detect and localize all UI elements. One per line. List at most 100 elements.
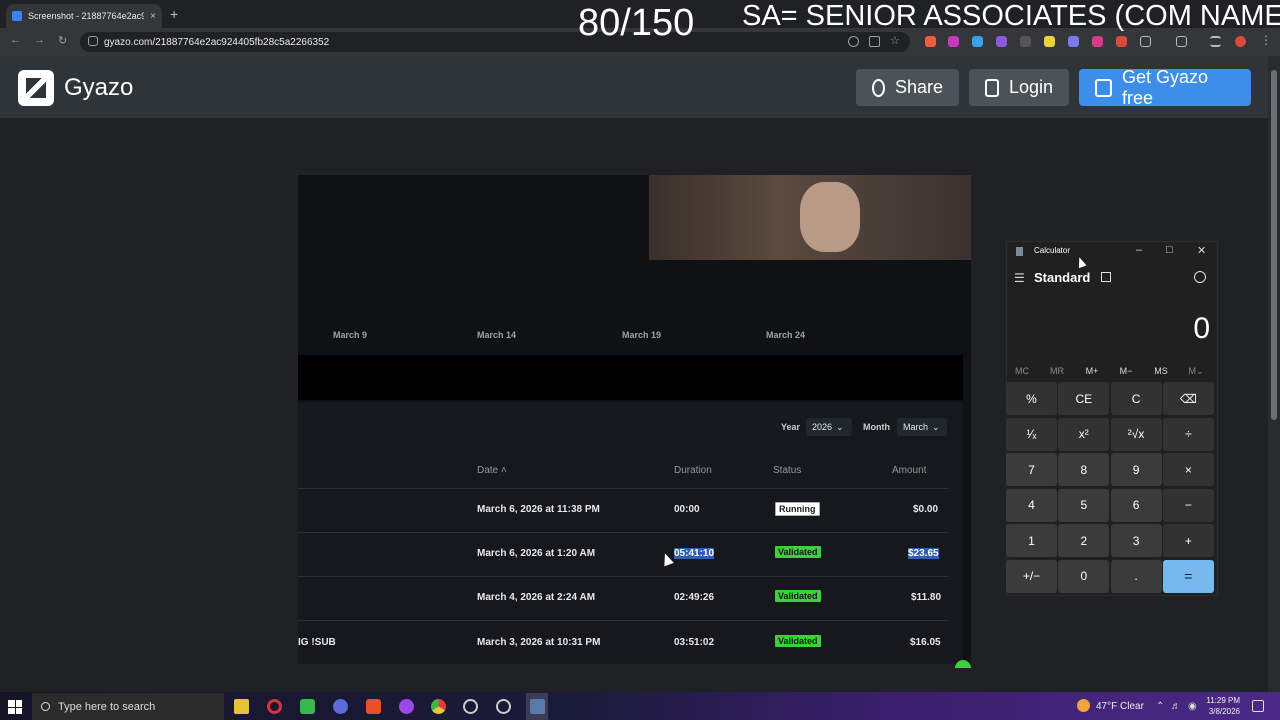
- negate-button[interactable]: +/−: [1006, 559, 1057, 593]
- progress-counter: 80/150: [578, 2, 695, 44]
- taskbar-search-input[interactable]: Type here to search: [32, 693, 224, 720]
- extension-icon[interactable]: [972, 36, 983, 47]
- site-info-icon[interactable]: [88, 36, 98, 46]
- scrollbar-thumb[interactable]: [1271, 70, 1277, 420]
- reload-icon[interactable]: ↻: [58, 34, 67, 47]
- backspace-button[interactable]: ⌫: [1162, 382, 1214, 415]
- maximize-icon[interactable]: □: [1166, 244, 1173, 256]
- digit-0-button[interactable]: 0: [1058, 559, 1110, 593]
- extension-icon[interactable]: [1044, 36, 1055, 47]
- header-date: Date ˄: [477, 465, 507, 476]
- windows-start-icon[interactable]: [8, 700, 22, 714]
- table-row: [298, 488, 948, 532]
- extension-icon[interactable]: [1068, 36, 1079, 47]
- row-date: March 6, 2026 at 1:20 AM: [477, 548, 596, 559]
- divide-button[interactable]: ÷: [1162, 417, 1214, 451]
- opera-icon[interactable]: [267, 699, 282, 714]
- file-explorer-icon[interactable]: [234, 699, 249, 714]
- percent-button[interactable]: %: [1006, 382, 1057, 415]
- calculator-icon[interactable]: [530, 699, 545, 714]
- browser-menu-icon[interactable]: ⋮: [1260, 33, 1272, 47]
- chart-month-label: March 19: [622, 330, 662, 340]
- brave-icon[interactable]: [366, 699, 381, 714]
- login-button[interactable]: Login: [969, 69, 1069, 106]
- square-button[interactable]: x²: [1058, 417, 1110, 451]
- side-panel-icon[interactable]: [1176, 36, 1187, 47]
- month-select: March ⌄: [897, 418, 947, 436]
- forward-icon[interactable]: →: [34, 34, 45, 46]
- digit-9-button[interactable]: 9: [1110, 453, 1162, 486]
- gyazo-brand[interactable]: Gyazo: [64, 74, 133, 102]
- app-icon[interactable]: [399, 699, 414, 714]
- tab-close-icon[interactable]: ×: [150, 11, 156, 22]
- history-icon[interactable]: [1194, 271, 1206, 283]
- subtract-button[interactable]: −: [1162, 488, 1214, 522]
- install-icon[interactable]: [869, 36, 880, 47]
- reading-list-icon[interactable]: [1210, 36, 1221, 47]
- memory-subtract-button[interactable]: M−: [1111, 366, 1141, 376]
- memory-clear-button[interactable]: MC: [1007, 366, 1037, 376]
- minimize-icon[interactable]: –: [1136, 244, 1142, 256]
- clock-time: 11:29 PM: [1206, 696, 1240, 705]
- network-icon[interactable]: ◉: [1188, 701, 1197, 712]
- chart-month-label: March 9: [333, 330, 368, 340]
- extensions-puzzle-icon[interactable]: [1140, 36, 1151, 47]
- clear-button[interactable]: C: [1110, 382, 1162, 415]
- obs-icon[interactable]: [463, 699, 478, 714]
- back-icon[interactable]: ←: [10, 34, 21, 46]
- close-icon[interactable]: ✕: [1197, 244, 1206, 257]
- extension-icon[interactable]: [1116, 36, 1127, 47]
- discord-icon[interactable]: [333, 699, 348, 714]
- gyazo-logo-icon[interactable]: [18, 70, 54, 106]
- digit-6-button[interactable]: 6: [1110, 488, 1162, 522]
- address-bar[interactable]: gyazo.com/21887764e2ac924405fb28c5a22663…: [80, 32, 910, 52]
- keep-on-top-icon[interactable]: [1101, 272, 1111, 282]
- extension-icon[interactable]: [1020, 36, 1031, 47]
- search-icon: [41, 702, 50, 711]
- share-button[interactable]: Share: [856, 69, 959, 106]
- square-root-button[interactable]: ²√x: [1110, 417, 1162, 451]
- digit-4-button[interactable]: 4: [1006, 488, 1057, 522]
- add-button[interactable]: +: [1162, 524, 1214, 557]
- memory-list-button[interactable]: M⌄: [1181, 366, 1211, 377]
- memory-store-button[interactable]: MS: [1146, 366, 1176, 376]
- new-tab-button[interactable]: +: [170, 6, 178, 22]
- share-icon: [872, 78, 885, 97]
- digit-1-button[interactable]: 1: [1006, 524, 1057, 557]
- equals-button[interactable]: =: [1162, 559, 1214, 593]
- reciprocal-button[interactable]: ¹⁄ₓ: [1006, 417, 1057, 451]
- get-gyazo-button[interactable]: Get Gyazo free: [1079, 67, 1251, 108]
- extension-icon[interactable]: [996, 36, 1007, 47]
- zoom-icon[interactable]: [848, 36, 859, 47]
- volume-icon[interactable]: ♬: [1171, 701, 1181, 712]
- multiply-button[interactable]: ×: [1162, 453, 1214, 486]
- webcam-person: [800, 182, 860, 252]
- share-label: Share: [894, 77, 943, 97]
- chrome-icon[interactable]: [431, 699, 446, 714]
- extension-icon[interactable]: [1092, 36, 1103, 47]
- browser-tab[interactable]: Screenshot - 21887764e2ac924 ×: [6, 4, 162, 28]
- profile-avatar[interactable]: [1235, 36, 1246, 47]
- table-row: [298, 576, 948, 620]
- extension-icon[interactable]: [925, 36, 936, 47]
- digit-7-button[interactable]: 7: [1006, 453, 1057, 486]
- digit-2-button[interactable]: 2: [1058, 524, 1110, 557]
- decimal-button[interactable]: .: [1110, 559, 1162, 593]
- digit-8-button[interactable]: 8: [1058, 453, 1110, 486]
- notifications-icon[interactable]: [1252, 700, 1264, 712]
- chart-month-label: March 14: [477, 330, 517, 340]
- lock-app-icon[interactable]: [300, 699, 315, 714]
- hamburger-menu-icon[interactable]: ☰: [1014, 271, 1025, 285]
- clear-entry-button[interactable]: CE: [1058, 382, 1110, 415]
- tray-overflow-icon[interactable]: ⌃: [1156, 701, 1164, 712]
- taskbar-clock[interactable]: 11:29 PM 3/8/2026: [1200, 695, 1240, 717]
- extension-icon[interactable]: [948, 36, 959, 47]
- row-date: March 4, 2026 at 2:24 AM: [477, 592, 596, 603]
- digit-3-button[interactable]: 3: [1110, 524, 1162, 557]
- memory-recall-button[interactable]: MR: [1042, 366, 1072, 376]
- memory-add-button[interactable]: M+: [1077, 366, 1107, 376]
- app-icon[interactable]: [496, 699, 511, 714]
- digit-5-button[interactable]: 5: [1058, 488, 1110, 522]
- weather-text[interactable]: 47°F Clear: [1096, 701, 1144, 712]
- bookmark-star-icon[interactable]: ☆: [890, 34, 901, 47]
